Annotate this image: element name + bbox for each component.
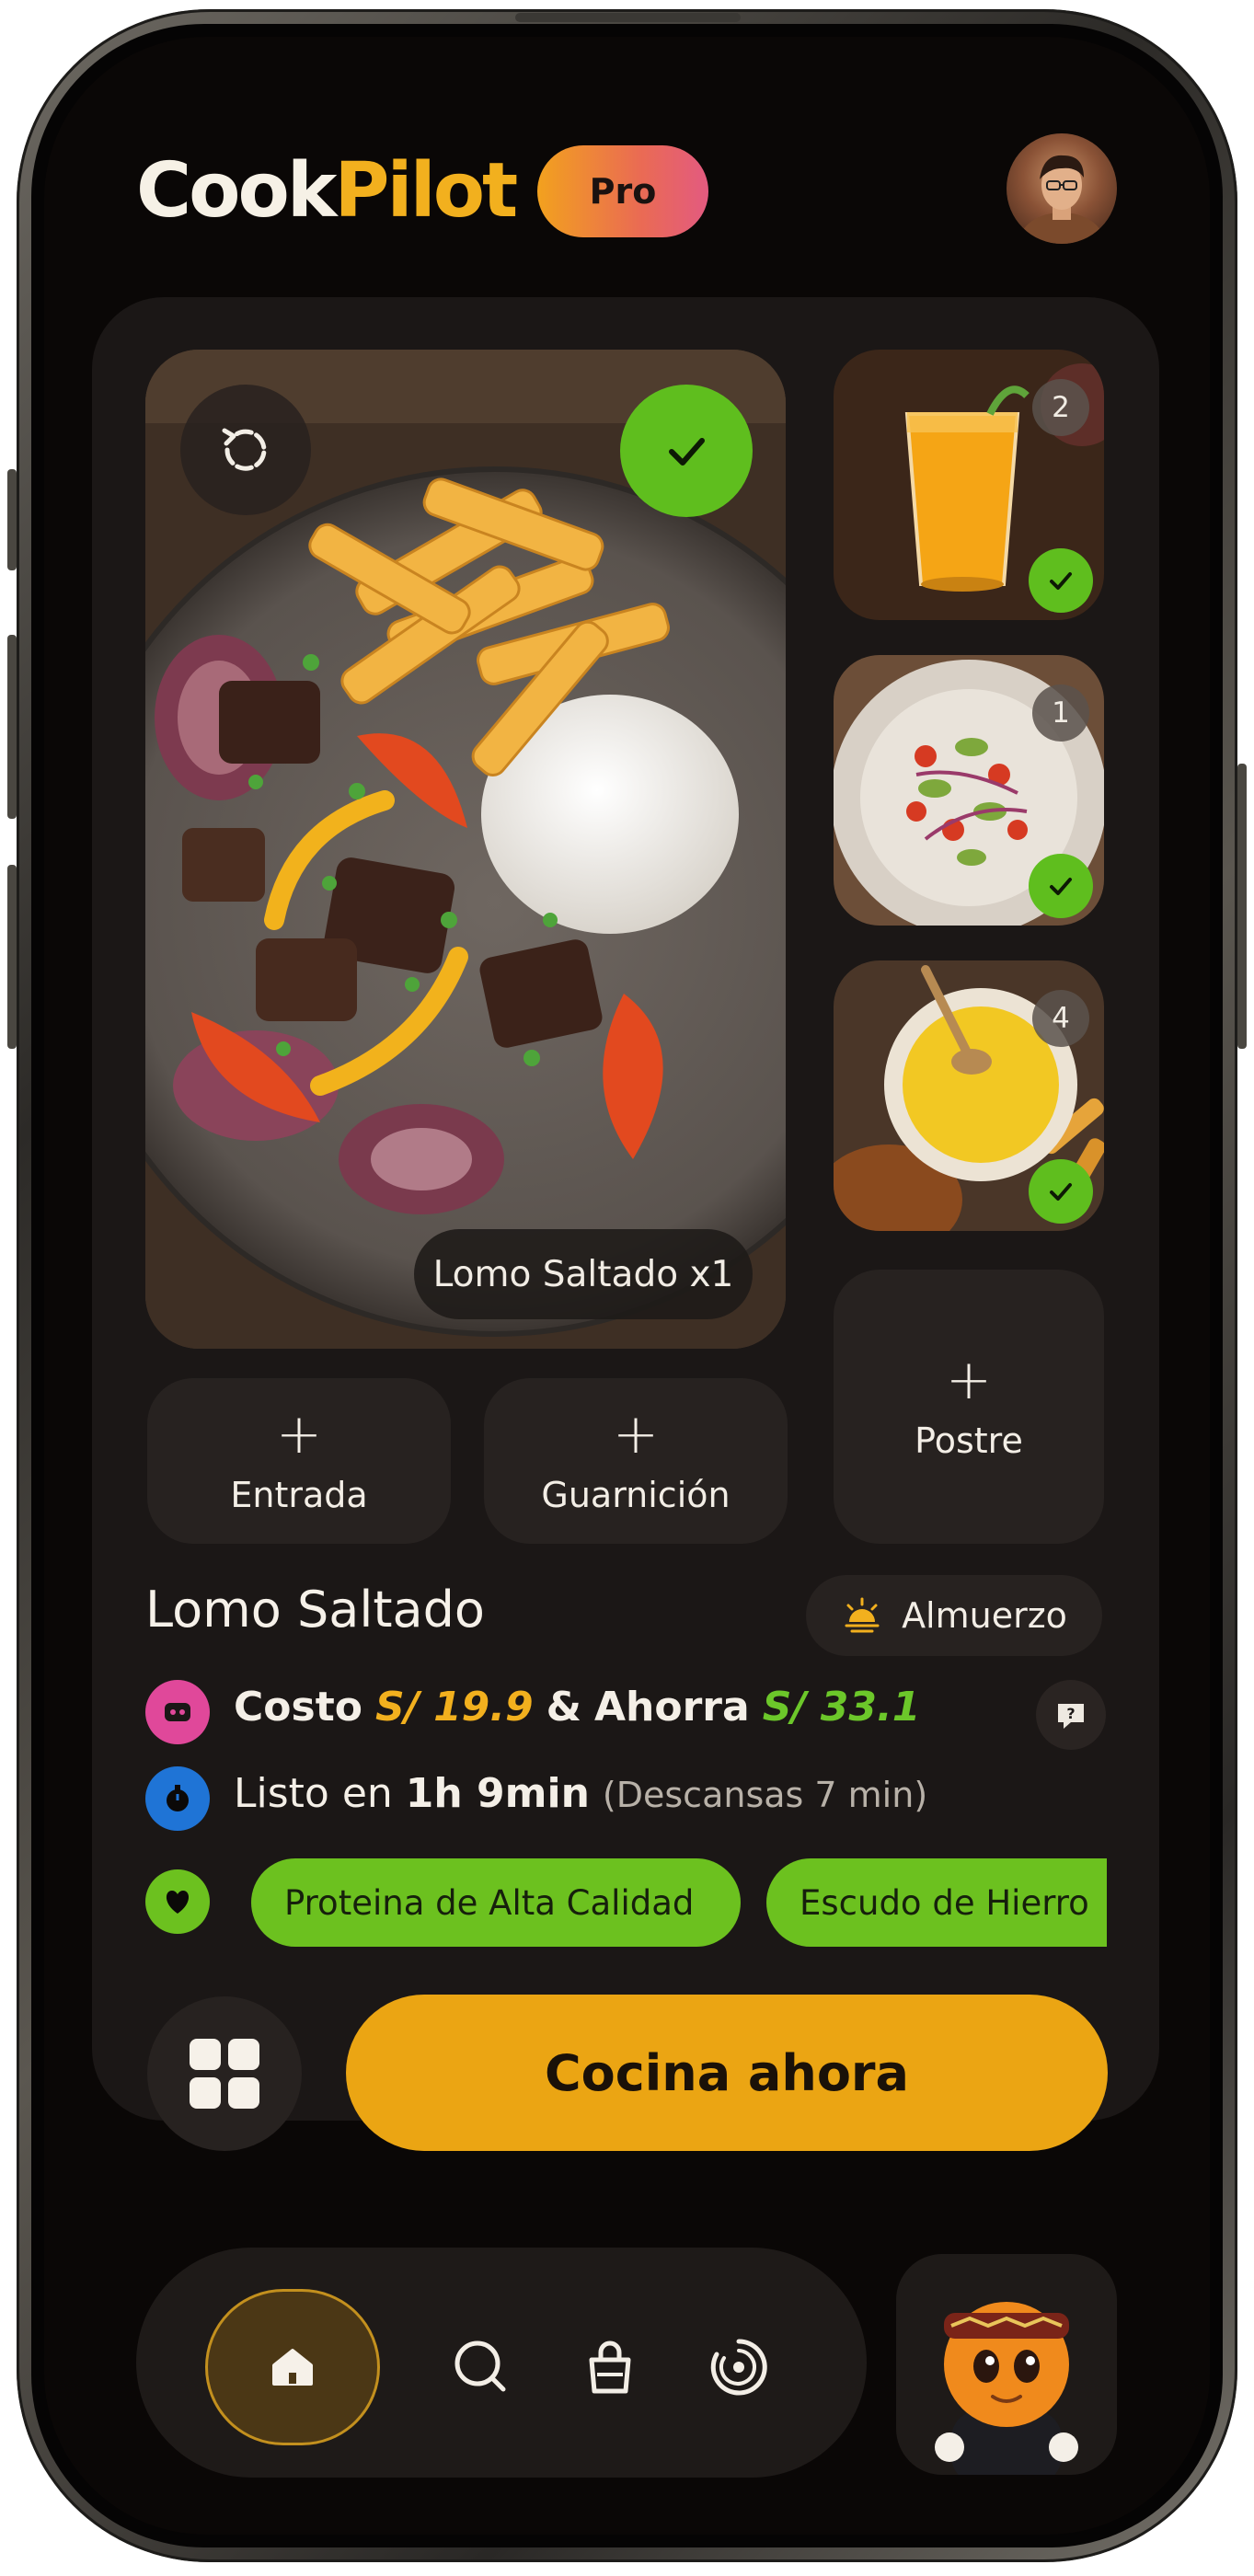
nav-progress-button[interactable] [697, 2326, 780, 2409]
timer-icon-wrap [145, 1766, 210, 1831]
user-avatar[interactable] [1007, 133, 1117, 244]
side-number-badge: 2 [1032, 379, 1089, 436]
save-label: Ahorra [594, 1684, 750, 1731]
side-button-left-1 [7, 469, 17, 570]
side-number-badge: 1 [1032, 684, 1089, 742]
nav-search-button[interactable] [440, 2326, 523, 2409]
benefit-tags: Proteina de Alta Calidad Escudo de Hierr… [251, 1858, 1107, 1947]
side-check[interactable] [1029, 548, 1093, 613]
cost-value: S/ 19.9 [374, 1684, 534, 1731]
cost-savings-text: Costo S/ 19.9 & Ahorra S/ 33.1 [234, 1684, 920, 1731]
checkmark-icon [1050, 878, 1072, 895]
avatar-portrait [1019, 155, 1104, 244]
grid-menu-button[interactable] [147, 1996, 302, 2151]
search-icon [454, 2340, 506, 2392]
meal-type-label: Almuerzo [902, 1595, 1067, 1636]
tag-proteina[interactable]: Proteina de Alta Calidad [251, 1858, 741, 1947]
checkmark-icon [669, 438, 705, 466]
reshuffle-button[interactable] [180, 385, 311, 515]
meal-type-chip[interactable]: Almuerzo [806, 1575, 1102, 1656]
side-button-right [1237, 764, 1247, 1049]
save-value: S/ 33.1 [762, 1684, 921, 1731]
ready-time: 1h 9min [405, 1770, 590, 1817]
side-check[interactable] [1029, 1159, 1093, 1224]
question-bubble-icon: ? [1058, 1704, 1084, 1729]
cost-label: Costo [234, 1684, 362, 1731]
pro-badge[interactable]: Pro [537, 145, 708, 237]
add-postre-button[interactable]: + Postre [834, 1270, 1104, 1544]
progress-ring-icon [710, 2339, 767, 2396]
add-postre-label: Postre [915, 1420, 1023, 1461]
speaker-grille [515, 13, 741, 22]
app-logo: CookPilot [136, 147, 518, 235]
side-button-left-2 [7, 635, 17, 819]
health-icon-wrap [145, 1869, 210, 1934]
side-check[interactable] [1029, 854, 1093, 918]
stopwatch-icon [167, 1785, 189, 1811]
cost-icon [145, 1680, 210, 1744]
add-entrada-button[interactable]: + Entrada [147, 1378, 451, 1544]
tag-hierro[interactable]: Escudo de Hierro [766, 1858, 1107, 1947]
home-icon [272, 2349, 313, 2386]
rest-note: (Descansas 7 min) [602, 1775, 928, 1815]
robot-face-icon [165, 1703, 190, 1721]
nav-home-button[interactable] [205, 2289, 380, 2445]
ampersand: & [546, 1684, 581, 1731]
checkmark-icon [1050, 572, 1072, 590]
dish-title: Lomo Saltado [145, 1581, 485, 1639]
rotate-icon [222, 428, 267, 471]
sun-icon [845, 1597, 880, 1633]
checkmark-icon [1050, 1183, 1072, 1201]
add-guarnicion-button[interactable]: + Guarnición [484, 1378, 788, 1544]
cook-now-button[interactable]: Cocina ahora [346, 1995, 1108, 2151]
ready-prefix: Listo en [234, 1770, 393, 1817]
phone-screen: CookPilot Pro Lomo Saltado x1 2 1 4 + En… [44, 37, 1210, 2535]
side-button-left-3 [7, 865, 17, 1049]
logo-pilot: Pilot [334, 147, 518, 235]
shopping-bag-icon [589, 2340, 631, 2394]
ready-time-text: Listo en 1h 9min (Descansas 7 min) [234, 1770, 927, 1817]
logo-cook: Cook [136, 147, 337, 235]
grid-icon [190, 2039, 259, 2109]
mascot-chef-button[interactable] [896, 2254, 1117, 2475]
svg-text:?: ? [1066, 1705, 1075, 1722]
main-dish-check[interactable] [620, 385, 753, 517]
chef-mascot-icon [935, 2302, 1078, 2475]
side-number-badge: 4 [1032, 990, 1089, 1047]
heart-icon [166, 1891, 190, 1914]
dish-quantity-label: Lomo Saltado x1 [414, 1229, 753, 1319]
add-entrada-label: Entrada [230, 1475, 368, 1515]
nav-bag-button[interactable] [569, 2326, 651, 2409]
plus-icon: + [945, 1348, 993, 1412]
plus-icon: + [612, 1402, 660, 1466]
add-guarnicion-label: Guarnición [541, 1475, 731, 1515]
plus-icon: + [275, 1402, 323, 1466]
help-button[interactable]: ? [1036, 1680, 1106, 1750]
